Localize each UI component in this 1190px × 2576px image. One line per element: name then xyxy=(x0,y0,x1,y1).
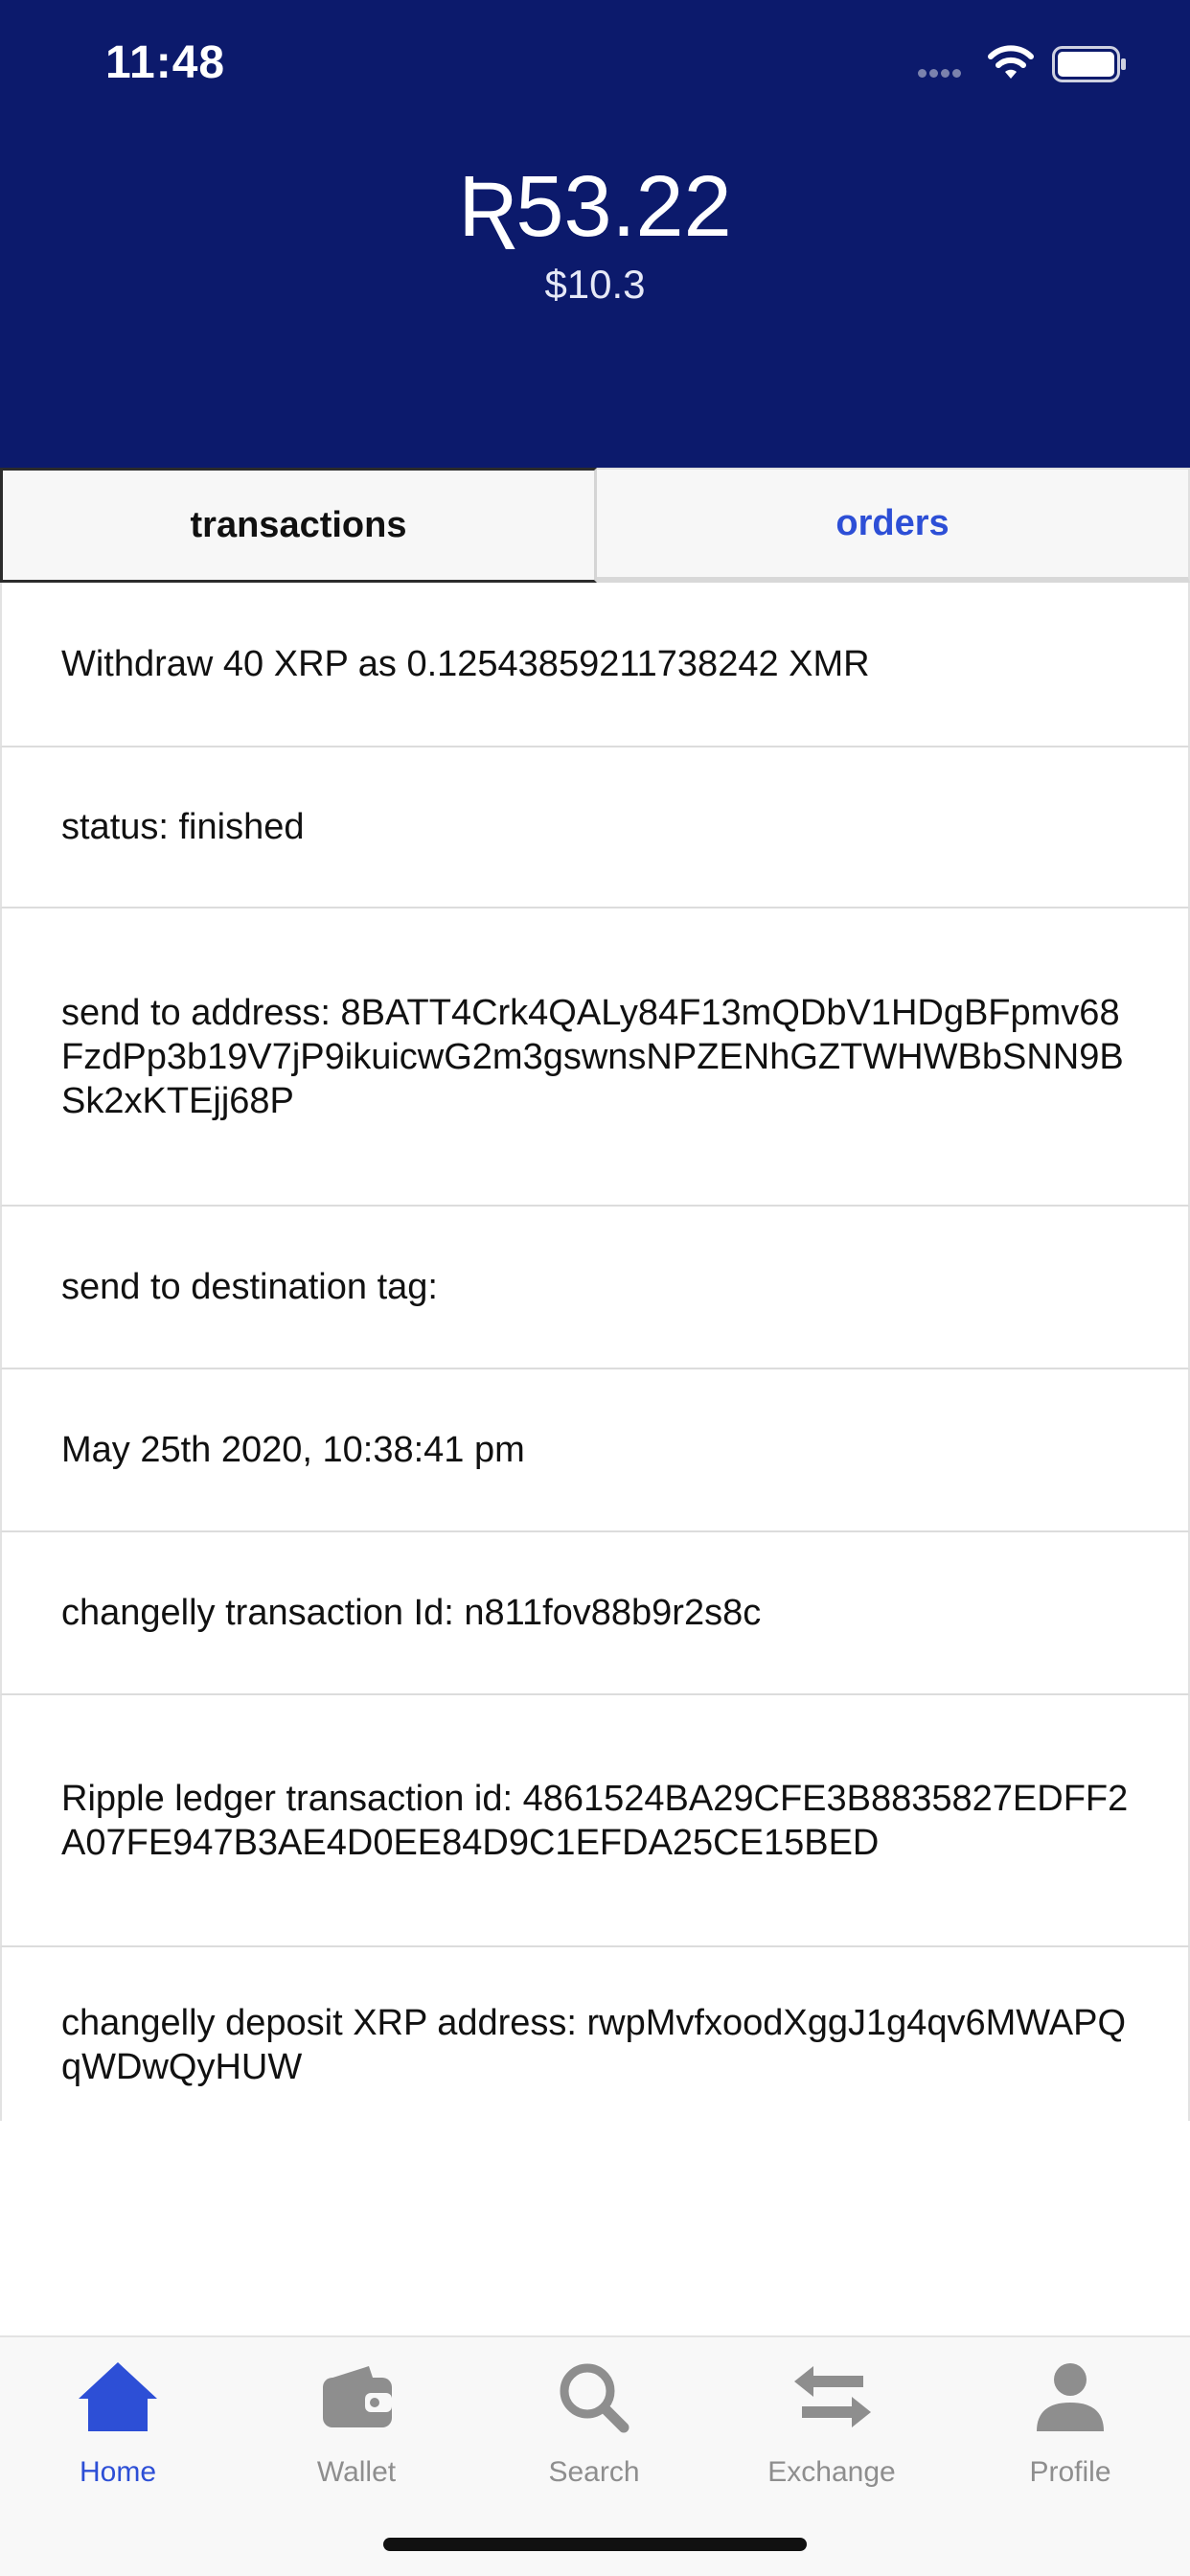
timestamp-text: May 25th 2020, 10:38:41 pm xyxy=(61,1430,525,1470)
cellular-signal-icon xyxy=(918,65,972,79)
search-icon xyxy=(560,2363,629,2433)
transaction-details-list: Withdraw 40 XRP as 0.12543859211738242 X… xyxy=(0,583,1190,2121)
list-item: changelly transaction Id: n811fov88b9r2s… xyxy=(0,1532,1190,1695)
status-bar: 11:48 xyxy=(0,0,1190,125)
tab-bar: transactions orders xyxy=(0,468,1190,583)
exchange-arrows-icon xyxy=(794,2366,871,2427)
destination-tag-text: send to destination tag: xyxy=(61,1267,438,1307)
nav-wallet[interactable]: Wallet xyxy=(261,2358,452,2502)
send-address-text: send to address: 8BATT4Crk4QALy84F13mQDb… xyxy=(61,992,1124,1121)
ripple-ledger-transaction-id: Ripple ledger transaction id: 4861524BA2… xyxy=(61,1778,1129,1863)
status-text: status: finished xyxy=(61,807,305,847)
tab-orders[interactable]: orders xyxy=(597,468,1190,583)
profile-person-icon xyxy=(1037,2363,1104,2431)
list-item: Ripple ledger transaction id: 4861524BA2… xyxy=(0,1695,1190,1947)
tab-transactions[interactable]: transactions xyxy=(0,468,597,583)
nav-profile-label: Profile xyxy=(1029,2456,1111,2488)
withdraw-summary: Withdraw 40 XRP as 0.12543859211738242 X… xyxy=(61,644,870,684)
list-item: changelly deposit XRP address: rwpMvfxoo… xyxy=(0,1947,1190,2121)
nav-exchange-label: Exchange xyxy=(767,2456,896,2488)
wifi-icon xyxy=(988,45,1034,79)
deposit-address-text: changelly deposit XRP address: rwpMvfxoo… xyxy=(61,2003,1126,2087)
list-item: status: finished xyxy=(0,748,1190,908)
balance-header: 11:48 Ʀ53.22 $10.3 xyxy=(0,0,1190,468)
nav-exchange[interactable]: Exchange xyxy=(736,2358,927,2502)
list-item: Withdraw 40 XRP as 0.12543859211738242 X… xyxy=(0,583,1190,748)
changelly-transaction-id: changelly transaction Id: n811fov88b9r2s… xyxy=(61,1593,762,1633)
list-item: send to address: 8BATT4Crk4QALy84F13mQDb… xyxy=(0,908,1190,1207)
nav-profile[interactable]: Profile xyxy=(974,2358,1166,2502)
battery-icon xyxy=(1052,46,1126,82)
balance-usd-value: $10.3 xyxy=(544,262,646,307)
nav-search[interactable]: Search xyxy=(498,2358,690,2502)
nav-wallet-label: Wallet xyxy=(316,2456,397,2488)
home-icon xyxy=(79,2362,157,2431)
nav-home-label: Home xyxy=(79,2456,157,2488)
balance-amount: Ʀ53.22 xyxy=(458,159,732,255)
home-indicator[interactable] xyxy=(383,2538,807,2551)
status-time: 11:48 xyxy=(105,37,226,88)
list-item: send to destination tag: xyxy=(0,1207,1190,1369)
nav-search-label: Search xyxy=(548,2456,640,2488)
wallet-icon xyxy=(323,2366,392,2427)
nav-home[interactable]: Home xyxy=(22,2358,214,2502)
list-item: May 25th 2020, 10:38:41 pm xyxy=(0,1369,1190,1532)
